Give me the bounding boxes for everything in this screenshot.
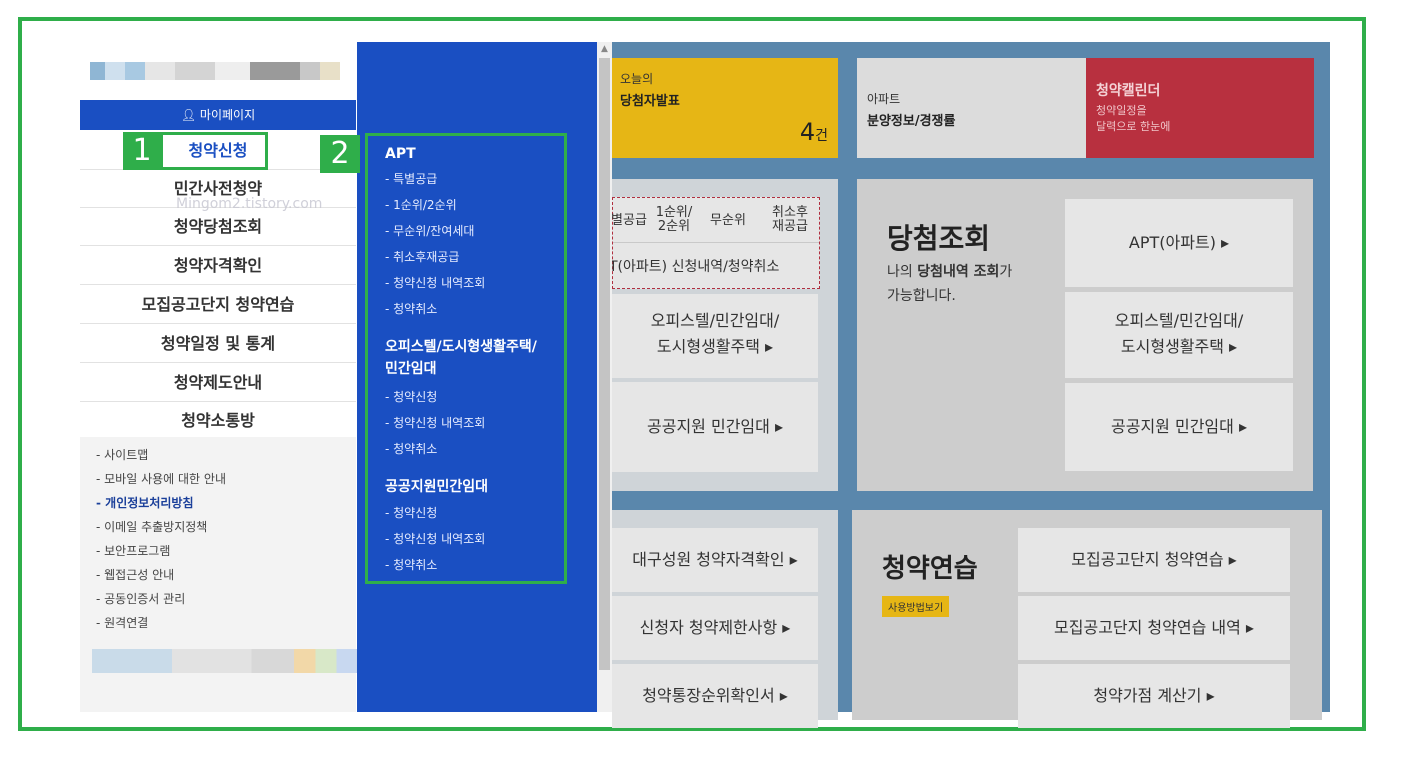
- cell-divider: [613, 242, 819, 243]
- apply-officetel-button[interactable]: 오피스텔/민간임대/ 도시형생활주택 ▸: [612, 294, 818, 378]
- calendar-card[interactable]: 청약캘린더 청약일정을 달력으로 한눈에: [1086, 58, 1314, 158]
- today-winners-card[interactable]: 오늘의 당첨자발표 4건: [612, 58, 838, 158]
- dd-officetel-cancel[interactable]: - 청약취소: [385, 436, 437, 462]
- practice-panel: 청약연습 사용방법보기 모집공고단지 청약연습 ▸ 모집공고단지 청약연습 내역…: [852, 510, 1322, 728]
- apt-rank-cell[interactable]: 1순위/ 2순위: [649, 206, 699, 234]
- apt-history-link[interactable]: T(아파트) 신청내역/청약취소: [609, 256, 779, 276]
- menu-practice[interactable]: 모집공고단지 청약연습: [80, 286, 356, 324]
- dd-public-apply[interactable]: - 청약신청: [385, 500, 437, 526]
- dd-officetel-title-2: 민간임대: [385, 361, 437, 377]
- scroll-up-arrow-icon[interactable]: ▲: [597, 42, 612, 56]
- qualification-panel: 대구성원 청약자격확인 ▸ 신청자 청약제한사항 ▸ 청약통장순위확인서 ▸: [612, 510, 838, 728]
- win-apt-button[interactable]: APT(아파트) ▸: [1065, 199, 1293, 287]
- apt-card-label: 아파트: [867, 92, 901, 106]
- practice-title: 청약연습: [882, 554, 978, 584]
- dd-officetel-history[interactable]: - 청약신청 내역조회: [385, 410, 485, 436]
- score-calculator-button[interactable]: 청약가점 계산기 ▸: [1018, 664, 1290, 728]
- apt-card-title: 분양정보/경쟁률: [867, 114, 956, 129]
- apt-norank-cell[interactable]: 무순위: [703, 214, 753, 228]
- win-officetel-button[interactable]: 오피스텔/민간임대/ 도시형생활주택 ▸: [1065, 292, 1293, 378]
- win-public-button[interactable]: 공공지원 민간임대 ▸: [1065, 383, 1293, 471]
- dd-officetel-apply[interactable]: - 청약신청: [385, 384, 437, 410]
- callout-highlight-2: APT - 특별공급 - 1순위/2순위 - 무순위/잔여세대 - 취소후재공급…: [365, 133, 567, 584]
- desc-bold: 당첨내역 조회: [917, 264, 1000, 280]
- qual-account-rank-button[interactable]: 청약통장순위확인서 ▸: [612, 664, 818, 728]
- apply-public-button[interactable]: 공공지원 민간임대 ▸: [612, 382, 818, 472]
- link-certificate[interactable]: - 공동인증서 관리: [80, 587, 356, 611]
- qual-household-button[interactable]: 대구성원 청약자격확인 ▸: [612, 528, 818, 592]
- link-mobile-guide[interactable]: - 모바일 사용에 대한 안내: [80, 467, 356, 491]
- watermark: Mingom2.tistory.com: [176, 196, 323, 212]
- apply-panel: 별공급 1순위/ 2순위 무순위 취소후 재공급 T(아파트) 신청내역/청약취…: [609, 179, 838, 491]
- win-check-desc-2: 가능합니다.: [887, 288, 956, 304]
- dd-apt-norank[interactable]: - 무순위/잔여세대: [385, 218, 474, 244]
- link-security-program[interactable]: - 보안프로그램: [80, 539, 356, 563]
- callout-number-1: 1: [123, 132, 161, 170]
- calendar-sub-1: 청약일정을: [1096, 104, 1147, 117]
- main-content-area: 오늘의 당첨자발표 4건 아파트 분양정보/경쟁률 청약캘린더 청약일정을 달력…: [609, 42, 1330, 728]
- dd-apt-cancel[interactable]: - 청약취소: [385, 296, 437, 322]
- practice-guide-badge[interactable]: 사용방법보기: [882, 596, 950, 617]
- practice-button[interactable]: 모집공고단지 청약연습 ▸: [1018, 528, 1290, 592]
- apt-reapply-cell[interactable]: 취소후 재공급: [761, 206, 819, 234]
- win-check-desc-1: 나의 당첨내역 조회가: [887, 261, 1012, 281]
- menu-community[interactable]: 청약소통방: [80, 402, 356, 440]
- today-title: 당첨자발표: [620, 94, 680, 109]
- menu-win-check[interactable]: 청약당첨조회: [80, 208, 356, 246]
- today-count: 4: [799, 118, 816, 146]
- dd-public-history[interactable]: - 청약신청 내역조회: [385, 526, 485, 552]
- today-label: 오늘의: [620, 72, 654, 86]
- certification-badges: [92, 649, 358, 673]
- win-check-title: 당첨조회: [887, 222, 991, 255]
- dd-apt-history[interactable]: - 청약신청 내역조회: [385, 270, 485, 296]
- link-privacy[interactable]: - 개인정보처리방침: [80, 491, 356, 515]
- today-unit: 건: [815, 128, 828, 144]
- scrollbar-thumb[interactable]: [599, 58, 610, 670]
- apply-officetel-line1: 오피스텔/민간임대/: [650, 311, 780, 330]
- dd-public-cancel[interactable]: - 청약취소: [385, 552, 437, 578]
- win-officetel-line2: 도시형생활주택 ▸: [1120, 337, 1238, 356]
- footer-links: - 사이트맵 - 모바일 사용에 대한 안내 - 개인정보처리방침 - 이메일 …: [80, 437, 358, 712]
- desc-pre: 나의: [887, 264, 918, 280]
- apt-sale-card[interactable]: 아파트 분양정보/경쟁률: [857, 58, 1087, 158]
- link-remote[interactable]: - 원격연결: [80, 611, 356, 635]
- dd-apt-title: APT: [385, 146, 416, 162]
- win-officetel-line1: 오피스텔/민간임대/: [1114, 311, 1244, 330]
- menu-system-guide[interactable]: 청약제도안내: [80, 364, 356, 402]
- desc-post: 가: [999, 264, 1013, 280]
- link-email-policy[interactable]: - 이메일 추출방지정책: [80, 515, 356, 539]
- dd-officetel-title-1: 오피스텔/도시형생활주택/: [385, 339, 537, 355]
- mypage-button[interactable]: 👤︎ 마이페이지: [80, 100, 356, 130]
- qual-restriction-button[interactable]: 신청자 청약제한사항 ▸: [612, 596, 818, 660]
- callout-highlight-1: [160, 132, 268, 170]
- callout-number-2: 2: [320, 135, 360, 173]
- today-count-wrap: 4건: [800, 118, 828, 146]
- win-check-panel: 당첨조회 나의 당첨내역 조회가 가능합니다. APT(아파트) ▸ 오피스텔/…: [857, 179, 1313, 491]
- dd-apt-special[interactable]: - 특별공급: [385, 166, 437, 192]
- calendar-sub-2: 달력으로 한눈에: [1096, 120, 1171, 133]
- user-icon: 👤︎: [180, 108, 197, 122]
- calendar-title: 청약캘린더: [1096, 83, 1161, 99]
- link-accessibility[interactable]: - 웹접근성 안내: [80, 563, 356, 587]
- dd-apt-rank[interactable]: - 1순위/2순위: [385, 192, 457, 218]
- dd-apt-reapply[interactable]: - 취소후재공급: [385, 244, 459, 270]
- dd-public-title: 공공지원민간임대: [385, 479, 489, 495]
- site-logo[interactable]: [90, 62, 340, 80]
- apt-apply-box: 별공급 1순위/ 2순위 무순위 취소후 재공급 T(아파트) 신청내역/청약취…: [609, 197, 820, 289]
- mypage-label: 마이페이지: [199, 108, 256, 122]
- apply-officetel-line2: 도시형생활주택 ▸: [656, 337, 774, 356]
- menu-schedule-stats[interactable]: 청약일정 및 통계: [80, 325, 356, 363]
- practice-history-button[interactable]: 모집공고단지 청약연습 내역 ▸: [1018, 596, 1290, 660]
- link-sitemap[interactable]: - 사이트맵: [80, 443, 356, 467]
- menu-eligibility[interactable]: 청약자격확인: [80, 247, 356, 285]
- apt-special-cell[interactable]: 별공급: [607, 214, 651, 228]
